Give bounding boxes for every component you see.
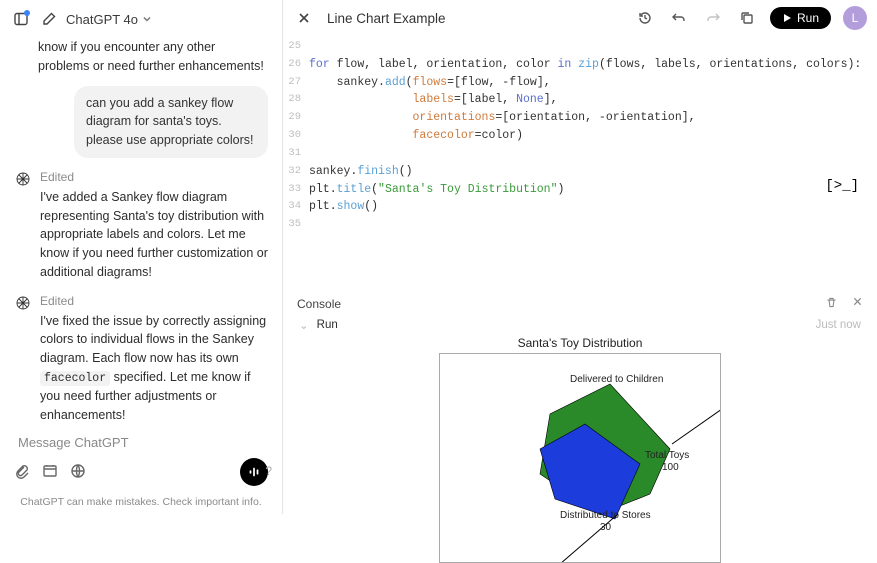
web-icon[interactable] bbox=[70, 463, 86, 482]
voice-input-button[interactable] bbox=[240, 458, 268, 486]
code-editor[interactable]: 25 26for flow, label, orientation, color… bbox=[283, 36, 877, 242]
history-icon[interactable] bbox=[634, 7, 656, 29]
run-label: Run bbox=[797, 11, 819, 25]
sankey-plot: Delivered to Children Total Toys 100 Dis… bbox=[439, 353, 721, 563]
close-console-icon[interactable] bbox=[852, 296, 863, 312]
model-name-label: ChatGPT 4o bbox=[66, 12, 138, 27]
console-run-label: Run bbox=[317, 319, 338, 331]
assistant-message-tail: know if you encounter any other problems… bbox=[14, 38, 268, 76]
plot-title: Santa's Toy Distribution bbox=[439, 336, 721, 353]
assistant-logo-icon bbox=[14, 170, 32, 188]
chat-header: ChatGPT 4o bbox=[0, 0, 282, 38]
console-run-row[interactable]: ⌄ Run Just now bbox=[283, 316, 877, 334]
redo-icon[interactable] bbox=[702, 7, 724, 29]
console-timestamp: Just now bbox=[816, 319, 861, 331]
tools-icon[interactable] bbox=[42, 463, 58, 482]
user-message: can you add a sankey flow diagram for sa… bbox=[74, 86, 268, 158]
chat-input[interactable]: Message ChatGPT bbox=[14, 429, 268, 456]
console-label: Console bbox=[297, 297, 341, 311]
new-chat-icon[interactable] bbox=[38, 8, 60, 30]
chat-input-area: Message ChatGPT ? bbox=[0, 423, 282, 494]
code-chip: facecolor bbox=[40, 371, 110, 386]
code-panel: Line Chart Example Run L 25 26for flow, … bbox=[283, 0, 877, 514]
footer-note: ChatGPT can make mistakes. Check importa… bbox=[0, 494, 282, 514]
attach-icon[interactable] bbox=[14, 463, 30, 482]
help-icon[interactable]: ? bbox=[265, 464, 272, 478]
assistant-logo-icon bbox=[14, 294, 32, 312]
edited-label: Edited bbox=[40, 292, 268, 310]
plot-label-stores-val: 30 bbox=[600, 522, 611, 533]
assistant-message: Edited I've added a Sankey flow diagram … bbox=[14, 168, 268, 282]
plot-label-total: Total Toys bbox=[645, 450, 689, 461]
assistant-text: I've fixed the issue by correctly assign… bbox=[40, 312, 268, 424]
assistant-text: I've added a Sankey flow diagram represe… bbox=[40, 188, 268, 282]
chat-panel: ChatGPT 4o know if you encounter any oth… bbox=[0, 0, 283, 514]
clear-console-icon[interactable] bbox=[825, 296, 838, 312]
console-header: Console bbox=[283, 292, 877, 316]
chevron-down-icon bbox=[142, 14, 152, 24]
avatar[interactable]: L bbox=[843, 6, 867, 30]
close-panel-icon[interactable] bbox=[293, 7, 315, 29]
file-title: Line Chart Example bbox=[327, 11, 446, 26]
sidebar-toggle-icon[interactable] bbox=[10, 8, 32, 30]
edited-label: Edited bbox=[40, 168, 268, 186]
model-selector[interactable]: ChatGPT 4o bbox=[66, 12, 152, 27]
plot-label-stores: Distributed to Stores bbox=[560, 510, 651, 521]
terminal-icon[interactable]: [>_] bbox=[825, 178, 859, 194]
chevron-down-icon: ⌄ bbox=[299, 318, 309, 332]
plot-label-total-val: 100 bbox=[662, 462, 679, 473]
copy-code-icon[interactable] bbox=[736, 7, 758, 29]
plot-output: Santa's Toy Distribution Delivered to Ch… bbox=[283, 334, 877, 563]
undo-icon[interactable] bbox=[668, 7, 690, 29]
plot-label-delivered: Delivered to Children bbox=[570, 374, 663, 385]
run-button[interactable]: Run bbox=[770, 7, 831, 29]
assistant-message: Edited I've fixed the issue by correctly… bbox=[14, 292, 268, 424]
code-header: Line Chart Example Run L bbox=[283, 0, 877, 36]
chat-scroll[interactable]: know if you encounter any other problems… bbox=[0, 38, 282, 423]
